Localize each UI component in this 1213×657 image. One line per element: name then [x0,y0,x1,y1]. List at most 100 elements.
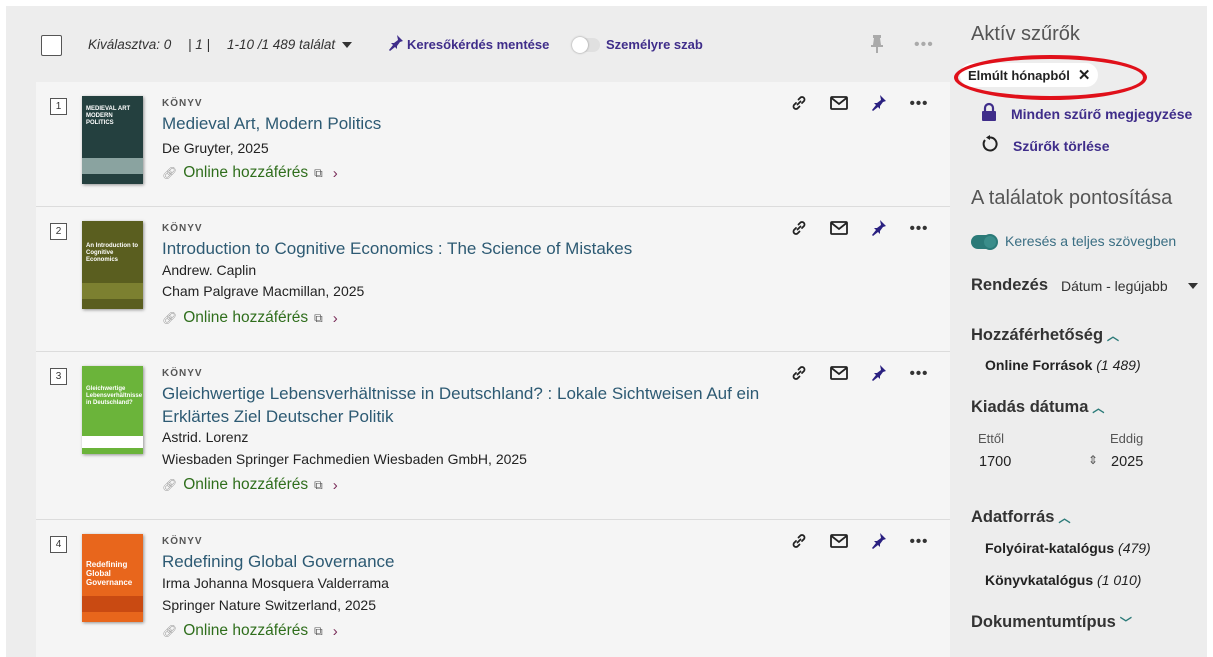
book-cover[interactable]: MEDIEVAL ART MODERN POLITICS [82,96,143,184]
result-checkbox[interactable]: 3 [50,368,67,385]
type-label: KÖNYV [162,368,203,379]
author-text: Andrew. Caplin [162,262,257,278]
selected-count: Kiválasztva: 0 [88,37,172,52]
result-title-link[interactable]: Introduction to Cognitive Economics : Th… [162,237,762,260]
pin-icon[interactable] [870,34,884,59]
chevron-up-icon: ︿ [1058,511,1071,525]
refine-heading: A találatok pontosítása [971,187,1173,209]
type-label: KÖNYV [162,98,203,109]
from-year-input[interactable]: 1700 [979,454,1011,470]
sort-select[interactable]: Dátum - legújabb [1061,278,1168,294]
online-access-link[interactable]: 🔗︎ Online hozzáférés ⧉ › [162,309,338,327]
chevron-right-icon: › [332,476,338,494]
more-options-icon[interactable]: ••• [914,36,934,54]
more-options-icon[interactable]: ••• [910,219,928,237]
link-icon: 🔗︎ [162,624,178,638]
source-heading[interactable]: Adatforrás ︿ [971,508,1070,527]
fulltext-toggle[interactable] [971,234,998,250]
book-cover[interactable]: An Introduction to Cognitive Economics [82,221,143,309]
link-icon[interactable] [790,532,808,550]
fulltext-toggle-label[interactable]: Keresés a teljes szövegben [1005,233,1176,249]
results-toolbar: Kiválasztva: 0 | 1 | 1-10 /1 489 találat… [6,6,950,82]
chevron-down-icon: ﹀ [1119,616,1132,630]
results-range: 1-10 /1 489 találat [227,37,336,52]
highlight-annotation [954,55,1147,100]
publisher-text: Wiesbaden Springer Fachmedien Wiesbaden … [162,451,527,467]
email-icon[interactable] [830,532,848,550]
link-icon[interactable] [790,364,808,382]
email-icon[interactable] [830,219,848,237]
list-item: 2 An Introduction to Cognitive Economics… [36,207,950,352]
result-title-link[interactable]: Redefining Global Governance [162,550,762,573]
link-icon: 🔗︎ [162,478,178,492]
result-title-link[interactable]: Gleichwertige Lebensverhältnisse in Deut… [162,382,762,428]
to-year-input[interactable]: 2025 [1111,454,1143,470]
chevron-down-icon[interactable] [342,42,352,48]
result-actions: ••• [790,219,928,237]
facet-book-catalog[interactable]: Könyvkatalógus (1 010) [985,572,1141,588]
remember-filters-button[interactable]: Minden szűrő megjegyzése [981,102,1192,125]
sort-label: Rendezés [971,276,1049,294]
list-item: 3 Gleichwertige Lebensverhältnisse in De… [36,352,950,520]
link-icon[interactable] [790,94,808,112]
more-options-icon[interactable]: ••• [910,364,928,382]
link-icon: 🔗︎ [162,311,178,325]
facet-journal-catalog[interactable]: Folyóirat-katalógus (479) [985,540,1151,556]
email-icon[interactable] [830,94,848,112]
publisher-text: Springer Nature Switzerland, 2025 [162,597,377,613]
active-filters-heading: Aktív szűrők [971,23,1080,45]
result-checkbox[interactable]: 2 [50,223,67,240]
chevron-right-icon: › [332,309,338,327]
chevron-down-icon[interactable] [1188,283,1198,289]
author-text: Irma Johanna Mosquera Valderrama [162,575,389,591]
book-cover[interactable]: Gleichwertige Lebensverhältnisse in Deut… [82,366,143,454]
result-title-link[interactable]: Medieval Art, Modern Politics [162,112,762,135]
clear-filters-button[interactable]: Szűrők törlése [981,135,1109,156]
list-item: 4 Redefining Global Governance KÖNYV Red… [36,520,950,657]
result-checkbox[interactable]: 4 [50,536,67,553]
author-text: Astrid. Lorenz [162,429,249,445]
external-link-icon: ⧉ [314,310,323,325]
save-query-button[interactable]: Keresőkérdés mentése [407,37,549,52]
email-icon[interactable] [830,364,848,382]
spinner-icon[interactable]: ⇕ [1088,453,1098,467]
result-actions: ••• [790,532,928,550]
reset-icon [981,135,999,156]
select-all-checkbox[interactable] [41,35,62,56]
type-label: KÖNYV [162,536,203,547]
filter-sidebar: Aktív szűrők Elmúlt hónapból ✕ Minden sz… [950,6,1207,657]
result-actions: ••• [790,94,928,112]
doctype-heading[interactable]: Dokumentumtípus ﹀ [971,613,1132,632]
pin-icon[interactable] [870,219,888,237]
pin-icon[interactable] [870,532,888,550]
search-results-page: Kiválasztva: 0 | 1 | 1-10 /1 489 találat… [6,6,1207,657]
chevron-up-icon: ︿ [1092,401,1105,415]
link-icon: 🔗︎ [162,166,178,180]
online-access-link[interactable]: 🔗︎ Online hozzáférés ⧉ › [162,622,338,640]
pin-icon[interactable] [388,34,404,57]
external-link-icon: ⧉ [314,623,323,638]
from-label: Ettől [978,431,1005,446]
facet-online-sources[interactable]: Online Források (1 489) [985,357,1141,373]
to-label: Eddig [1110,431,1144,446]
book-cover[interactable]: Redefining Global Governance [82,534,143,622]
external-link-icon: ⧉ [314,477,323,492]
online-access-link[interactable]: 🔗︎ Online hozzáférés ⧉ › [162,164,338,182]
personalize-toggle[interactable] [572,37,600,53]
link-icon[interactable] [790,219,808,237]
pubdate-heading[interactable]: Kiadás dátuma ︿ [971,398,1104,417]
online-access-link[interactable]: 🔗︎ Online hozzáférés ⧉ › [162,476,338,494]
more-options-icon[interactable]: ••• [910,94,928,112]
availability-heading[interactable]: Hozzáférhetőség ︿ [971,326,1119,345]
personalize-label[interactable]: Személyre szab [606,37,703,52]
result-checkbox[interactable]: 1 [50,98,67,115]
chevron-right-icon: › [332,622,338,640]
chevron-up-icon: ︿ [1107,329,1120,343]
external-link-icon: ⧉ [314,165,323,180]
pin-icon[interactable] [870,364,888,382]
more-options-icon[interactable]: ••• [910,532,928,550]
pin-icon[interactable] [870,94,888,112]
type-label: KÖNYV [162,223,203,234]
results-list: 1 MEDIEVAL ART MODERN POLITICS KÖNYV Med… [36,82,950,657]
result-actions: ••• [790,364,928,382]
